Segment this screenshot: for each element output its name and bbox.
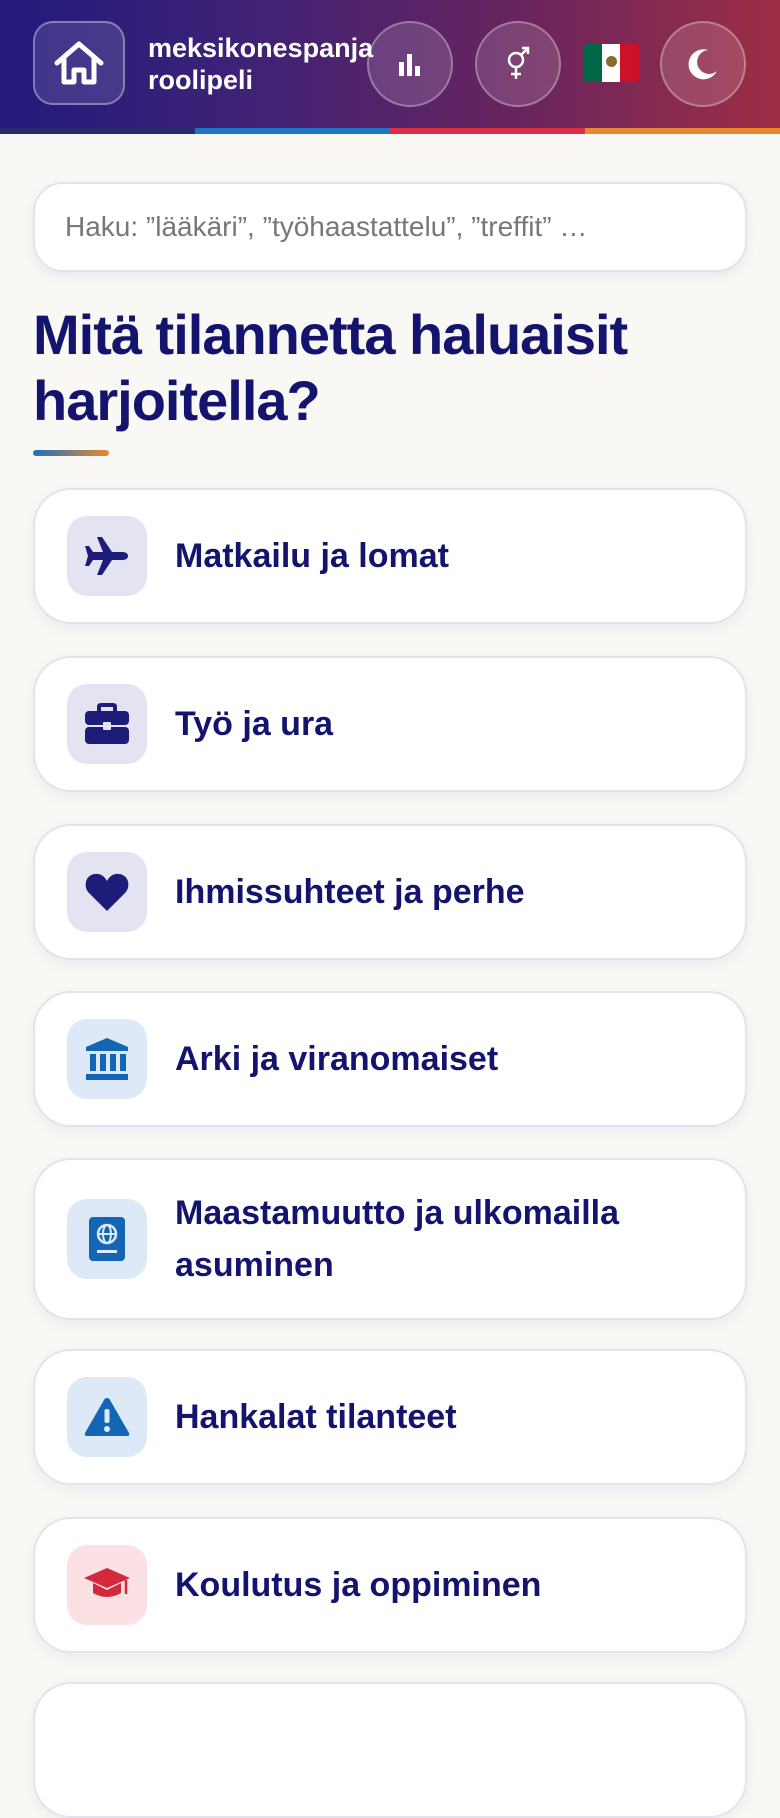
flag-emblem xyxy=(605,56,617,67)
category-card-travel[interactable]: Matkailu ja lomat xyxy=(33,488,747,624)
category-icon-box xyxy=(67,1377,147,1457)
mexico-flag-icon[interactable] xyxy=(583,44,639,82)
app-title-line1: meksikonespanja xyxy=(148,33,374,63)
flag-green xyxy=(583,44,602,82)
category-card-education[interactable]: Koulutus ja oppiminen xyxy=(33,1517,747,1653)
government-building-icon xyxy=(86,1038,128,1080)
category-label: Hankalat tilanteet xyxy=(175,1398,457,1436)
title-underline xyxy=(33,450,109,456)
graduation-cap-icon xyxy=(84,1568,130,1597)
category-icon-box xyxy=(67,1545,147,1625)
category-card-work[interactable]: Työ ja ura xyxy=(33,656,747,792)
category-card-difficult-situations[interactable]: Hankalat tilanteet xyxy=(33,1349,747,1485)
plane-icon xyxy=(85,537,128,575)
category-icon-box xyxy=(67,852,147,932)
app-title-line2: roolipeli xyxy=(148,65,254,95)
stripe-segment xyxy=(195,128,390,134)
home-icon xyxy=(54,41,104,85)
page-title: Mitä tilannetta haluaisit harjoitella? xyxy=(33,303,628,432)
category-card-relationships[interactable]: Ihmissuhteet ja perhe xyxy=(33,824,747,960)
category-card-partial[interactable] xyxy=(33,1682,747,1818)
stripe-segment xyxy=(390,128,585,134)
bar-chart-icon xyxy=(399,54,420,76)
category-label: Maastamuutto ja ulkomailla asuminen xyxy=(175,1194,619,1284)
category-icon-box xyxy=(67,684,147,764)
category-label: Koulutus ja oppiminen xyxy=(175,1566,542,1604)
category-icon-box xyxy=(67,1019,147,1099)
category-card-immigration[interactable]: Maastamuutto ja ulkomailla asuminen xyxy=(33,1158,747,1320)
flag-red xyxy=(620,44,639,82)
stripe-segment xyxy=(0,128,195,134)
stats-button[interactable] xyxy=(367,21,453,107)
category-label: Matkailu ja lomat xyxy=(175,537,449,575)
category-label: Arki ja viranomaiset xyxy=(175,1040,499,1078)
gender-icon xyxy=(507,46,530,79)
passport-icon xyxy=(89,1217,125,1261)
category-label: Ihmissuhteet ja perhe xyxy=(175,873,525,911)
app-title: meksikonespanja roolipeli xyxy=(148,32,373,96)
header-color-stripe xyxy=(0,128,780,134)
stripe-segment xyxy=(585,128,780,134)
warning-icon xyxy=(84,1398,130,1436)
search-input[interactable] xyxy=(33,182,747,272)
flag-white xyxy=(601,44,621,82)
category-label: Työ ja ura xyxy=(175,705,334,743)
home-button[interactable] xyxy=(33,21,125,105)
gender-button[interactable] xyxy=(475,21,561,107)
category-card-everyday-authorities[interactable]: Arki ja viranomaiset xyxy=(33,991,747,1127)
dark-mode-button[interactable] xyxy=(660,21,746,107)
category-icon-box xyxy=(67,516,147,596)
heart-icon xyxy=(85,873,129,911)
briefcase-icon xyxy=(85,703,129,744)
app-header: meksikonespanja roolipeli xyxy=(0,0,780,128)
moon-icon xyxy=(688,49,717,80)
category-icon-box xyxy=(67,1199,147,1279)
